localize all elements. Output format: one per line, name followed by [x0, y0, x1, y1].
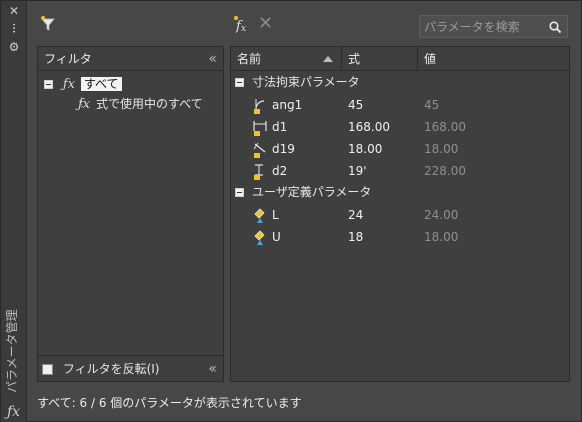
group-user-parameters[interactable]: ユーザ定義パラメータ [231, 182, 371, 202]
fx-icon: ƒx [62, 77, 75, 92]
parameters-manager-palette: ✕ ⫶ ⚙ パラメータ管理 ƒx f x ✕ フィルタ « [0, 0, 582, 422]
parameter-name[interactable]: d19 [272, 138, 295, 160]
create-filter-icon[interactable] [39, 15, 57, 33]
column-header-value[interactable]: 値 [418, 47, 569, 71]
tree-item-all[interactable]: ƒx すべて [44, 75, 122, 93]
properties-icon[interactable]: ⚙ [5, 40, 23, 54]
sort-ascending-icon [323, 56, 333, 62]
parameter-expression[interactable]: 168.00 [348, 116, 390, 138]
parameter-row[interactable]: U 18 18.00 [231, 226, 569, 248]
group-dimensional-constraints[interactable]: 寸法拘束パラメータ [231, 72, 360, 92]
parameter-name[interactable]: ang1 [272, 94, 302, 116]
parameter-value: 18.00 [424, 142, 459, 156]
collapse-filter-icon[interactable]: « [208, 47, 217, 71]
parameter-name[interactable]: d2 [272, 160, 287, 182]
parameter-expression[interactable]: 18 [348, 226, 363, 248]
toolbar: f x ✕ [28, 11, 578, 41]
new-parameter-icon[interactable]: f x [233, 15, 251, 33]
parameter-expression[interactable]: 18.00 [348, 138, 382, 160]
autohide-icon[interactable]: ⫶ [5, 22, 23, 36]
tree-item-used-in-expressions[interactable]: ƒx 式で使用中のすべて [78, 95, 203, 113]
parameter-expression[interactable]: 45 [348, 94, 363, 116]
parameter-value: 18.00 [424, 230, 459, 244]
parameter-row[interactable]: L 24 24.00 [231, 204, 569, 226]
user-parameter-icon [254, 208, 265, 223]
parameter-row[interactable]: d19 18.00 18.00 [231, 138, 569, 160]
parameter-row[interactable]: d1 168.00 168.00 [231, 116, 569, 138]
parameter-value: 24.00 [424, 208, 459, 222]
collapse-node-icon[interactable] [44, 80, 53, 89]
parameter-value: 45 [424, 98, 440, 112]
angular-constraint-icon [254, 99, 265, 114]
palette-title-strip[interactable]: ✕ ⫶ ⚙ パラメータ管理 ƒx [1, 1, 27, 422]
tree-item-used-label: 式で使用中のすべて [95, 97, 203, 111]
parameters-grid: 名前 式 値 寸法拘束パラメータ ang1 45 45 d1 168.00 16… [230, 46, 570, 382]
filter-footer: フィルタを反転(I) « [38, 355, 223, 381]
collapse-group-icon[interactable] [235, 188, 244, 197]
close-icon[interactable]: ✕ [5, 4, 23, 18]
parameter-name[interactable]: L [272, 204, 279, 226]
parameter-row[interactable]: ang1 45 45 [231, 94, 569, 116]
palette-title-text: パラメータ管理 [5, 309, 19, 393]
group-label: 寸法拘束パラメータ [252, 75, 360, 89]
collapse-group-icon[interactable] [235, 78, 244, 87]
parameter-expression[interactable]: 24 [348, 204, 363, 226]
status-text: すべて: 6 / 6 個のパラメータが表示されています [37, 396, 302, 410]
horizontal-constraint-icon [253, 121, 267, 136]
parameter-name[interactable]: U [272, 226, 281, 248]
search-icon[interactable] [548, 20, 562, 34]
parameter-value: 228.00 [424, 164, 466, 178]
aligned-constraint-icon [253, 142, 266, 158]
filter-tree: ƒx すべて ƒx 式で使用中のすべて [38, 71, 223, 356]
user-parameter-icon [254, 230, 265, 245]
column-header-name[interactable]: 名前 [231, 47, 342, 71]
parameter-row[interactable]: d2 19' 228.00 [231, 160, 569, 182]
filter-header: フィルタ « [38, 47, 223, 71]
vertical-constraint-icon [254, 164, 263, 180]
invert-filter-checkbox[interactable] [42, 364, 53, 375]
group-label: ユーザ定義パラメータ [252, 185, 372, 199]
fx-icon: ƒx [78, 97, 91, 112]
parameter-value: 168.00 [424, 120, 466, 134]
tree-item-all-label: すべて [80, 77, 122, 91]
svg-text:x: x [241, 24, 246, 33]
search-input[interactable] [419, 15, 568, 38]
grid-header: 名前 式 値 [231, 47, 569, 71]
invert-filter-label[interactable]: フィルタを反転(I) [63, 362, 160, 376]
filter-header-label: フィルタ [44, 52, 92, 66]
delete-parameter-icon[interactable]: ✕ [258, 15, 276, 33]
fx-icon: ƒx [7, 404, 21, 420]
filter-panel: フィルタ « ƒx すべて ƒx 式で使用中のすべて フィルタを反転(I) « [37, 46, 224, 382]
column-header-name-label: 名前 [237, 52, 262, 66]
column-header-expression[interactable]: 式 [342, 47, 418, 71]
parameter-expression[interactable]: 19' [348, 160, 367, 182]
collapse-filter-panel-icon[interactable]: « [208, 356, 217, 382]
palette-title: パラメータ管理 [5, 293, 23, 393]
parameter-name[interactable]: d1 [272, 116, 287, 138]
